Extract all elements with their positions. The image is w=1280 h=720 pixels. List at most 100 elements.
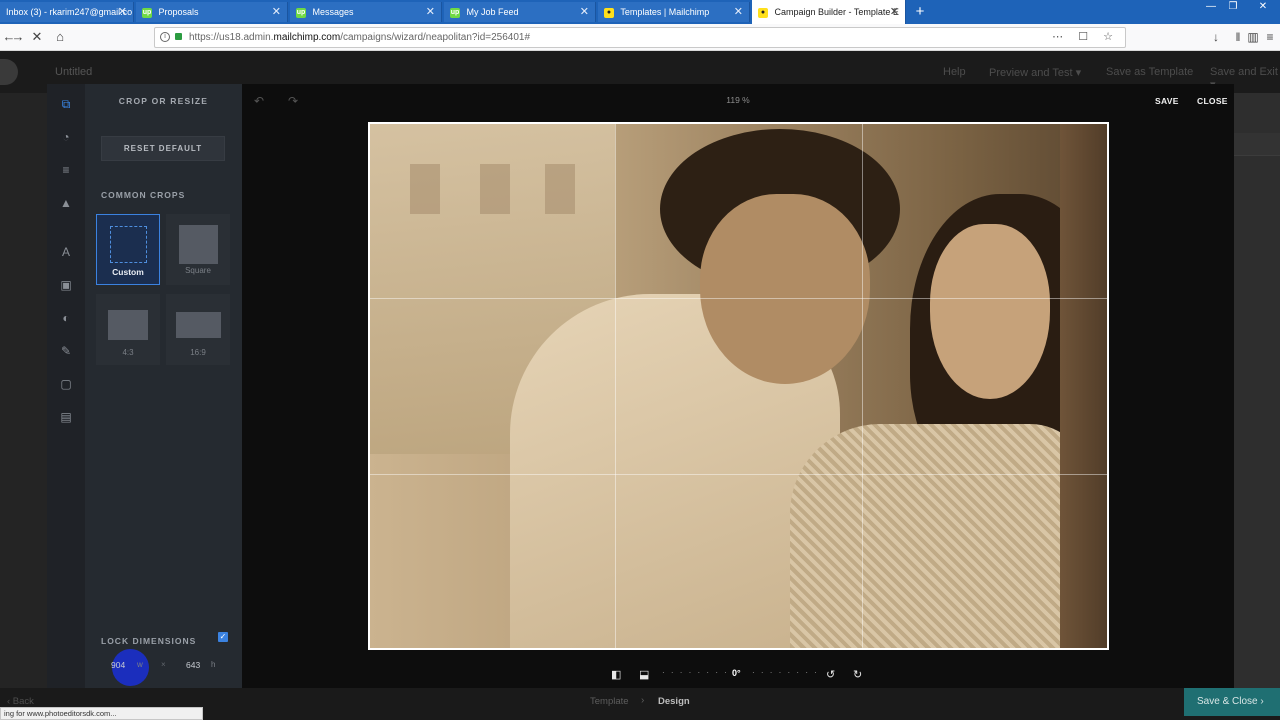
crop-option-4-3[interactable]: 4:3 (96, 294, 160, 365)
close-icon[interactable]: ✕ (118, 2, 127, 22)
tab-messages[interactable]: up Messages ✕ (290, 2, 442, 22)
maximize-icon[interactable]: ❐ (1222, 0, 1244, 14)
close-button[interactable]: CLOSE (1197, 96, 1228, 106)
flip-horizontal-icon[interactable]: ◧ (611, 668, 621, 681)
width-unit: w (137, 660, 143, 669)
sticker-icon[interactable]: ▣ (47, 277, 85, 293)
photo-region (790, 424, 1090, 648)
crop-grid-line (615, 124, 616, 648)
page-actions-icon[interactable]: ⋯ ☐ ☆ (1052, 28, 1119, 47)
save-button[interactable]: SAVE (1155, 96, 1179, 106)
common-crops-label: COMMON CROPS (101, 190, 186, 200)
height-input[interactable]: 643 (186, 660, 200, 670)
zoom-level[interactable]: 119 % (712, 95, 764, 105)
library-icon[interactable]: ‖ (1230, 28, 1246, 46)
forward-arrow-icon[interactable]: → (9, 28, 27, 46)
shape-icon[interactable]: ◐ (47, 310, 85, 326)
download-icon[interactable]: ↓ (1208, 28, 1224, 46)
menu-icon[interactable]: ≡ (1262, 28, 1278, 46)
breadcrumb-separator-icon: › (641, 695, 645, 706)
upwork-icon: up (296, 7, 306, 18)
breadcrumb-design: Design (658, 696, 690, 707)
transform-toolbar: ◧ ⬓ · · · · · · · · 0° · · · · · · · · ↺… (600, 666, 880, 686)
url-bar[interactable]: i https://us18.admin.mailchimp.com/campa… (154, 27, 1126, 48)
new-tab-button[interactable]: + (912, 2, 928, 22)
square-crop-thumb (179, 225, 218, 264)
mailchimp-logo-icon[interactable] (0, 59, 18, 85)
campaign-title[interactable]: Untitled (55, 66, 92, 78)
close-icon[interactable]: ✕ (580, 2, 589, 22)
crop-16-9-thumb (176, 312, 221, 338)
crop-icon[interactable]: ⧉ (47, 96, 85, 112)
crop-option-label: Square (185, 266, 211, 275)
rotate-left-icon[interactable]: ↺ (826, 668, 835, 681)
tab-proposals[interactable]: up Proposals ✕ (136, 2, 288, 22)
times-symbol: × (161, 660, 166, 669)
sidebar-icon[interactable]: ▥ (1245, 28, 1261, 46)
frame-icon[interactable]: ▢ (47, 376, 85, 392)
home-icon[interactable]: ⌂ (51, 28, 69, 46)
lock-dimensions-checkbox[interactable]: ✓ (218, 632, 228, 642)
crop-option-square[interactable]: Square (166, 214, 230, 285)
preview-and-test-link[interactable]: Preview and Test ▾ (989, 66, 1081, 79)
rotation-ruler[interactable]: · · · · · · · · (752, 668, 819, 677)
drop-icon[interactable]: ▲ (47, 195, 85, 211)
photo-region (410, 164, 440, 214)
crop-option-16-9[interactable]: 16:9 (166, 294, 230, 365)
tab-label: Campaign Builder - Template E (774, 7, 899, 17)
flip-vertical-icon[interactable]: ⬓ (639, 668, 649, 681)
custom-crop-thumb (110, 226, 147, 263)
filter-icon[interactable]: ◔ (47, 129, 85, 145)
close-icon[interactable]: ✕ (890, 0, 899, 24)
window-close-icon[interactable]: ✕ (1252, 0, 1274, 14)
breadcrumb-template[interactable]: Template (590, 696, 629, 707)
close-icon[interactable]: ✕ (272, 2, 281, 22)
background-block (1234, 133, 1280, 155)
background-right (1234, 93, 1280, 693)
close-icon[interactable]: ✕ (426, 2, 435, 22)
tab-gmail-inbox[interactable]: Inbox (3) - rkarim247@gmail.co ✕ (0, 2, 134, 22)
upwork-icon: up (450, 7, 460, 18)
crop-option-custom[interactable]: Custom (96, 214, 160, 285)
info-icon[interactable]: i (160, 32, 170, 42)
text-icon[interactable]: A (47, 244, 85, 260)
tab-label: Inbox (3) - rkarim247@gmail.co (6, 7, 133, 17)
crop-grid-line (370, 298, 1107, 299)
rotation-ruler[interactable]: · · · · · · · · (662, 668, 729, 677)
mailchimp-icon: ● (758, 7, 768, 18)
minimize-icon[interactable]: — (1200, 0, 1222, 14)
rotate-right-icon[interactable]: ↻ (853, 668, 862, 681)
browser-toolbar: ← → ✕ ⌂ i https://us18.admin.mailchimp.c… (0, 24, 1280, 51)
photo-crop-area[interactable] (368, 122, 1109, 650)
close-icon[interactable]: ✕ (734, 2, 743, 22)
back-link[interactable]: ‹ Back (7, 696, 34, 707)
stop-loading-icon[interactable]: ✕ (28, 28, 46, 46)
crop-option-label: Custom (112, 267, 144, 277)
crop-4-3-thumb (108, 310, 148, 340)
adjust-icon[interactable]: ≡ (47, 162, 85, 178)
browser-tab-strip: Inbox (3) - rkarim247@gmail.co ✕ up Prop… (0, 0, 1280, 24)
redo-icon[interactable]: ↷ (288, 94, 298, 108)
crop-option-label: 4:3 (122, 348, 134, 357)
browser-status-bar: ing for www.photoeditorsdk.com... (0, 707, 203, 720)
brush-icon[interactable]: ✎ (47, 343, 85, 359)
upwork-icon: up (142, 7, 152, 18)
lock-dimensions-label: LOCK DIMENSIONS (101, 636, 197, 646)
tab-campaign-builder[interactable]: ● Campaign Builder - Template E ✕ (752, 0, 906, 24)
save-and-close-button[interactable]: Save & Close › (1184, 688, 1280, 716)
undo-icon[interactable]: ↶ (254, 94, 264, 108)
tab-label: Proposals (158, 7, 199, 17)
mailchimp-icon: ● (604, 7, 614, 18)
tab-my-job-feed[interactable]: up My Job Feed ✕ (444, 2, 596, 22)
divider (1234, 155, 1280, 156)
reset-default-button[interactable]: RESET DEFAULT (101, 136, 225, 161)
crop-panel: CROP OR RESIZE RESET DEFAULT COMMON CROP… (85, 84, 242, 688)
layers-icon[interactable]: ▤ (47, 409, 85, 425)
height-unit: h (211, 660, 216, 669)
tab-templates-mailchimp[interactable]: ● Templates | Mailchimp ✕ (598, 2, 750, 22)
background-left (0, 93, 47, 693)
width-input[interactable]: 904 (111, 660, 125, 670)
crop-option-label: 16:9 (190, 348, 206, 357)
save-as-template-link[interactable]: Save as Template (1106, 66, 1193, 78)
help-link[interactable]: Help (943, 66, 966, 78)
